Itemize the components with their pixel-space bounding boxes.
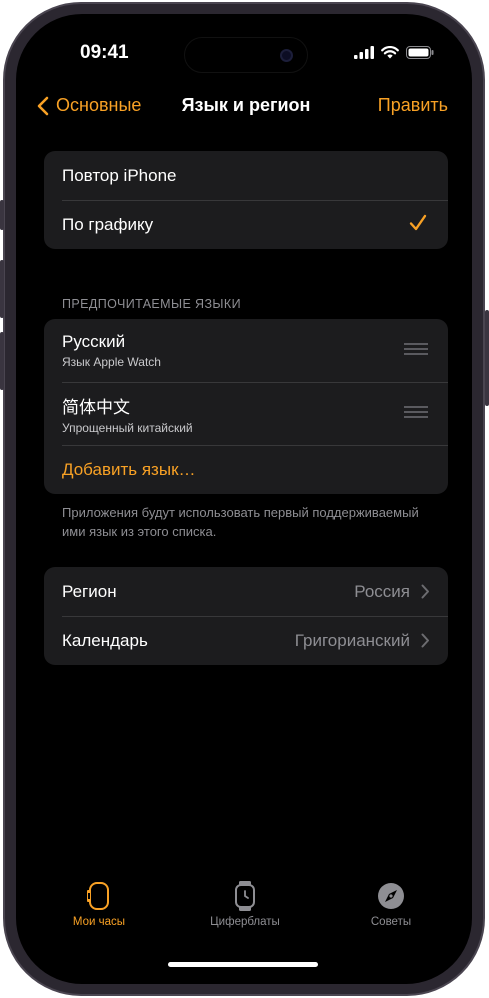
screen: 09:41 Основные Язык и регион Править Пов… (16, 14, 472, 984)
calendar-value: Григорианский (294, 630, 410, 650)
mode-option-label: Повтор iPhone (62, 165, 177, 185)
watch-face-icon (235, 881, 255, 911)
tab-my-watch[interactable]: Мои часы (39, 880, 159, 928)
home-indicator[interactable] (168, 962, 318, 967)
camera-icon (280, 49, 293, 62)
language-subtitle: Упрощенный китайский (62, 420, 193, 435)
volume-down-button (0, 332, 4, 390)
chevron-right-icon (421, 584, 429, 599)
tab-bar: Мои часы Циферблаты Советы (16, 880, 472, 940)
tab-watch-faces[interactable]: Циферблаты (185, 880, 305, 928)
region-row[interactable]: Регион Россия (44, 567, 448, 616)
edit-button[interactable]: Править (378, 95, 448, 116)
dynamic-island (184, 37, 308, 73)
language-row-russian[interactable]: Русский Язык Apple Watch (44, 319, 448, 382)
chevron-right-icon (421, 633, 429, 648)
mode-option-mirror-iphone[interactable]: Повтор iPhone (44, 151, 448, 200)
language-subtitle: Язык Apple Watch (62, 355, 161, 369)
calendar-label: Календарь (62, 630, 148, 650)
compass-icon (378, 883, 404, 909)
status-icons (354, 46, 434, 59)
region-calendar-group: Регион Россия Календарь Григорианский (44, 567, 448, 665)
tab-label: Советы (370, 916, 412, 928)
region-label: Регион (62, 581, 117, 601)
region-value: Россия (354, 581, 410, 601)
status-bar: 09:41 (16, 14, 472, 94)
language-row-chinese[interactable]: 简体中文 Упрощенный китайский (44, 382, 448, 445)
mode-option-custom[interactable]: По графику (44, 200, 448, 249)
cellular-signal-icon (354, 46, 374, 59)
volume-up-button (0, 260, 4, 318)
languages-section-header: ПРЕДПОЧИТАЕМЫЕ ЯЗЫКИ (62, 297, 241, 311)
tab-tips[interactable]: Советы (331, 880, 451, 928)
tab-label: Циферблаты (210, 916, 280, 928)
reorder-handle-icon[interactable] (404, 406, 428, 420)
watch-icon (87, 882, 109, 910)
language-name: Русский (62, 332, 126, 351)
languages-group: Русский Язык Apple Watch 简体中文 Упрощенный… (44, 319, 448, 494)
mode-option-label: По графику (62, 214, 154, 234)
wifi-icon (381, 46, 399, 59)
tab-label: Мои часы (72, 916, 126, 928)
languages-footnote: Приложения будут использовать первый под… (62, 505, 419, 539)
calendar-row[interactable]: Календарь Григорианский (44, 616, 448, 665)
side-button (485, 310, 489, 406)
status-time: 09:41 (80, 42, 129, 63)
add-language-label: Добавить язык… (62, 459, 196, 479)
language-name: 简体中文 (62, 397, 130, 417)
navigation-bar: Основные Язык и регион Править (16, 92, 472, 122)
mode-group: Повтор iPhone По графику (44, 151, 448, 249)
action-button (0, 200, 4, 230)
battery-icon (406, 46, 434, 59)
add-language-button[interactable]: Добавить язык… (44, 445, 448, 494)
reorder-handle-icon[interactable] (404, 343, 428, 357)
checkmark-icon (409, 214, 427, 231)
